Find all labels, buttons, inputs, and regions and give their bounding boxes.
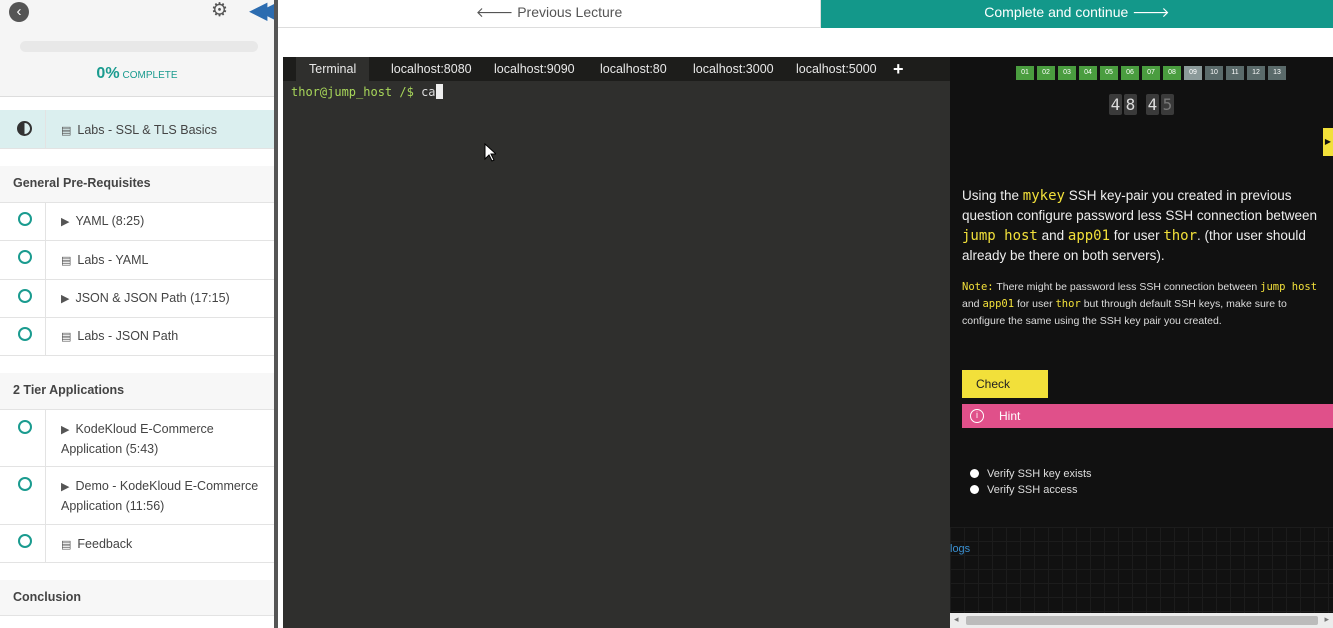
question-number[interactable]: 02 xyxy=(1037,66,1055,80)
incomplete-circle-icon xyxy=(18,327,32,341)
shell-prompt: thor@jump_host /$ xyxy=(291,85,414,99)
question-number[interactable]: 07 xyxy=(1142,66,1160,80)
terminal-panel[interactable]: Terminal localhost:8080 localhost:9090 l… xyxy=(283,57,950,628)
info-icon: i xyxy=(970,409,984,423)
scroll-right-icon[interactable]: ▸ xyxy=(1324,614,1329,625)
timer-digit: 8 xyxy=(1124,94,1137,115)
arrow-right-icon: 🡒 xyxy=(1132,4,1170,20)
terminal-output[interactable]: thor@jump_host /$ ca xyxy=(291,84,443,99)
question-note: Note: There might be password less SSH c… xyxy=(962,281,1318,327)
lecture-item[interactable]: ▶ JSON & JSON Path (17:15) xyxy=(0,280,274,318)
scroll-left-icon[interactable]: ◂ xyxy=(954,614,959,625)
timer-digit: 5 xyxy=(1161,94,1174,115)
gear-icon[interactable]: ⚙ xyxy=(211,1,228,21)
incomplete-circle-icon xyxy=(18,212,32,226)
half-complete-icon xyxy=(17,121,32,136)
check-button[interactable]: Check xyxy=(962,370,1048,398)
course-sidebar: ‹ ⚙ ◀◀ 0% COMPLETE ▤ Labs - SSL & TLS Basi… xyxy=(0,0,274,628)
video-icon: ▶ xyxy=(61,481,70,493)
video-icon: ▶ xyxy=(61,293,70,305)
question-number[interactable]: 04 xyxy=(1079,66,1097,80)
back-arrow-icon[interactable]: ‹ xyxy=(9,2,29,22)
section-header: General Pre-Requisites xyxy=(0,166,274,203)
collapse-sidebar-icon[interactable]: ◀◀ xyxy=(249,0,274,23)
section-header: 2 Tier Applications xyxy=(0,373,274,410)
timer-digit: 4 xyxy=(1146,94,1159,115)
panel-background-pattern xyxy=(950,527,1333,617)
lecture-item[interactable]: ▶ KodeKloud E-Commerce Application (5:43) xyxy=(0,410,274,467)
tab-terminal[interactable]: Terminal xyxy=(296,57,370,81)
incomplete-circle-icon xyxy=(18,289,32,303)
tab-localhost-9090[interactable]: localhost:9090 xyxy=(481,57,588,81)
question-number[interactable]: 05 xyxy=(1100,66,1118,80)
typed-command: ca xyxy=(421,85,436,99)
document-icon: ▤ xyxy=(61,125,72,137)
sidebar-header: ‹ ⚙ ◀◀ 0% COMPLETE xyxy=(0,0,274,97)
previous-lecture-button[interactable]: 🡐 Previous Lecture xyxy=(278,0,821,28)
question-number[interactable]: 11 xyxy=(1226,66,1244,80)
question-number[interactable]: 13 xyxy=(1268,66,1286,80)
lecture-item[interactable]: ▤ Feedback xyxy=(0,525,274,563)
sidebar-resize-handle[interactable] xyxy=(274,0,278,628)
tab-localhost-5000[interactable]: localhost:5000 xyxy=(783,57,890,81)
bullet-icon xyxy=(970,485,979,494)
question-number[interactable]: 08 xyxy=(1163,66,1181,80)
tab-localhost-8080[interactable]: localhost:8080 xyxy=(378,57,485,81)
hint-button[interactable]: i Hint xyxy=(962,404,1333,428)
document-icon: ▤ xyxy=(61,539,72,551)
task-item: Verify SSH access xyxy=(970,484,1077,496)
lecture-item[interactable]: ▶ YAML (8:25) xyxy=(0,203,274,241)
question-number[interactable]: 01 xyxy=(1016,66,1034,80)
document-icon: ▤ xyxy=(61,331,72,343)
scrollbar-thumb[interactable] xyxy=(966,616,1318,625)
mouse-pointer-icon xyxy=(484,143,496,162)
document-icon: ▤ xyxy=(61,255,72,267)
lecture-item[interactable]: ▤ Labs - SSL & TLS Basics xyxy=(0,110,274,149)
question-number[interactable]: 06 xyxy=(1121,66,1139,80)
tab-localhost-80[interactable]: localhost:80 xyxy=(587,57,680,81)
question-panel: 01 02 03 04 05 06 07 08 09 10 11 12 13 4… xyxy=(950,57,1333,628)
video-icon: ▶ xyxy=(61,424,70,436)
task-item: Verify SSH key exists xyxy=(970,468,1092,480)
question-number-current[interactable]: 09 xyxy=(1184,66,1202,80)
incomplete-circle-icon xyxy=(18,477,32,491)
video-icon: ▶ xyxy=(61,216,70,228)
question-number[interactable]: 10 xyxy=(1205,66,1223,80)
section-header: Conclusion xyxy=(0,580,274,616)
question-number[interactable]: 12 xyxy=(1247,66,1265,80)
logs-link[interactable]: logs xyxy=(950,543,970,555)
course-progress-bar xyxy=(20,41,258,52)
lecture-item[interactable]: ▤ Labs - YAML xyxy=(0,241,274,280)
terminal-tabbar: Terminal localhost:8080 localhost:9090 l… xyxy=(283,57,950,81)
incomplete-circle-icon xyxy=(18,250,32,264)
question-text: Using the mykey SSH key-pair you created… xyxy=(962,188,1317,263)
text-cursor xyxy=(435,84,443,99)
tab-localhost-3000[interactable]: localhost:3000 xyxy=(680,57,787,81)
bullet-icon xyxy=(970,469,979,478)
complete-and-continue-button[interactable]: Complete and continue 🡒 xyxy=(821,0,1333,28)
horizontal-scrollbar[interactable]: ◂ ▸ xyxy=(950,613,1333,628)
progress-label: 0% COMPLETE xyxy=(96,65,178,82)
timer-digit: 4 xyxy=(1109,94,1122,115)
question-number[interactable]: 03 xyxy=(1058,66,1076,80)
arrow-left-icon: 🡐 xyxy=(475,4,514,20)
incomplete-circle-icon xyxy=(18,420,32,434)
expand-panel-icon[interactable]: ▶ xyxy=(1323,128,1333,156)
incomplete-circle-icon xyxy=(18,534,32,548)
add-tab-icon[interactable]: + xyxy=(893,57,904,81)
lecture-item[interactable]: ▶ Demo - KodeKloud E-Commerce Application… xyxy=(0,467,274,525)
lecture-item[interactable]: ▤ Labs - JSON Path xyxy=(0,318,274,356)
